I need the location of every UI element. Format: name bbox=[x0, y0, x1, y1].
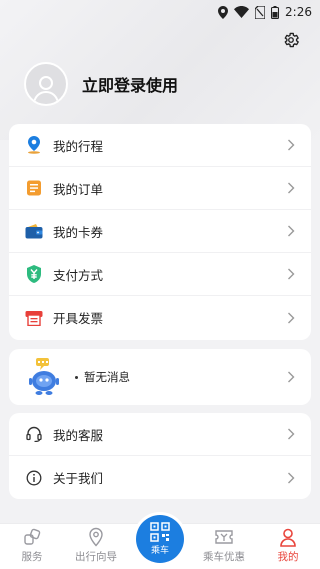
robot-mascot-icon bbox=[29, 358, 59, 395]
service-card: 我的客服 关于我们 bbox=[9, 413, 311, 499]
default-avatar-icon bbox=[33, 76, 59, 104]
login-label[interactable]: 立即登录使用 bbox=[82, 72, 178, 96]
wallet-icon bbox=[25, 222, 43, 240]
menu-item-label: 关于我们 bbox=[53, 471, 104, 486]
tab-label: 服务 bbox=[21, 551, 43, 563]
yuan-shield-icon bbox=[25, 265, 43, 283]
chevron-right-icon bbox=[288, 428, 295, 440]
tab-label: 乘车优惠 bbox=[203, 551, 245, 563]
map-marker-icon bbox=[89, 527, 103, 547]
login-profile[interactable]: 立即登录使用 bbox=[24, 62, 178, 106]
menu-item-label: 支付方式 bbox=[53, 267, 104, 283]
menu-item-label: 我的客服 bbox=[53, 427, 104, 443]
ride-button[interactable]: 乘车 bbox=[136, 515, 184, 563]
location-pin-icon bbox=[25, 136, 43, 154]
qr-code-icon bbox=[150, 522, 170, 542]
tab-guide[interactable]: 出行向导 bbox=[64, 524, 128, 569]
chevron-right-icon bbox=[288, 268, 295, 280]
menu-item-coupons[interactable]: 我的卡券 bbox=[9, 210, 311, 253]
menu-item-trips[interactable]: 我的行程 bbox=[9, 124, 311, 167]
chevron-right-icon bbox=[288, 312, 295, 323]
status-time: 2:26 bbox=[285, 5, 312, 19]
menu-item-label: 我的行程 bbox=[53, 138, 104, 154]
chevron-right-icon bbox=[288, 139, 295, 151]
avatar[interactable] bbox=[24, 62, 68, 106]
tab-mine[interactable]: 我的 bbox=[256, 524, 320, 569]
tab-label: 我的 bbox=[277, 551, 299, 563]
headset-icon bbox=[25, 425, 43, 443]
menu-item-payment[interactable]: 支付方式 bbox=[9, 253, 311, 296]
sim-card-icon bbox=[255, 5, 266, 19]
wifi-icon bbox=[234, 6, 250, 18]
chevron-right-icon bbox=[288, 371, 295, 383]
message-text: 暂无消息 bbox=[84, 370, 130, 384]
person-icon bbox=[280, 528, 296, 547]
ride-label: 乘车 bbox=[150, 546, 169, 556]
chevron-right-icon bbox=[288, 225, 295, 237]
ticket-icon bbox=[215, 530, 233, 544]
message-card[interactable]: 暂无消息 bbox=[9, 349, 311, 405]
invoice-printer-icon bbox=[25, 309, 43, 327]
menu-item-label: 我的订单 bbox=[53, 181, 104, 197]
tab-discount[interactable]: 乘车优惠 bbox=[192, 524, 256, 569]
menu-item-label: 开具发票 bbox=[53, 311, 104, 326]
order-list-icon bbox=[25, 179, 43, 197]
tab-service[interactable]: 服务 bbox=[0, 524, 64, 569]
bullet-dot bbox=[75, 375, 78, 379]
chevron-right-icon bbox=[288, 472, 295, 483]
status-bar: 2:26 bbox=[0, 0, 320, 24]
gear-icon[interactable] bbox=[282, 31, 300, 49]
battery-icon bbox=[271, 5, 280, 19]
info-icon bbox=[25, 469, 43, 487]
menu-item-customer-service[interactable]: 我的客服 bbox=[9, 413, 311, 456]
tab-label: 出行向导 bbox=[75, 551, 117, 563]
chevron-right-icon bbox=[288, 182, 295, 194]
menu-item-about[interactable]: 关于我们 bbox=[9, 456, 311, 499]
menu-item-label: 我的卡券 bbox=[53, 224, 104, 240]
menu-item-orders[interactable]: 我的订单 bbox=[9, 167, 311, 210]
menu-item-invoice[interactable]: 开具发票 bbox=[9, 296, 311, 339]
location-status-icon bbox=[218, 5, 229, 19]
menu-card: 我的行程 我的订单 我的卡券 支付方式 开具发票 bbox=[9, 124, 311, 340]
message-status: 暂无消息 bbox=[75, 369, 287, 385]
service-icon bbox=[24, 528, 41, 545]
